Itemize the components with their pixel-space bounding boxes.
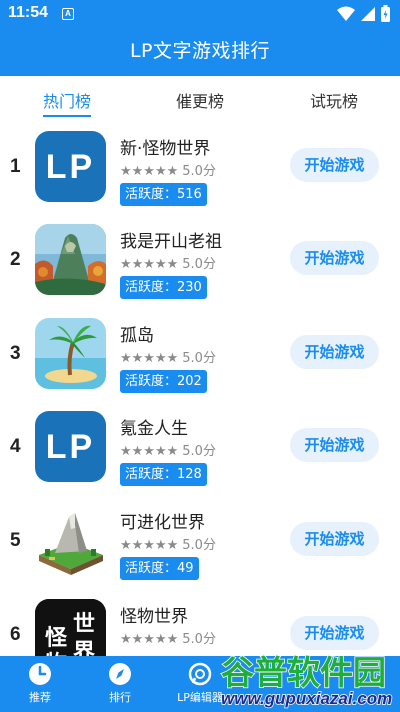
svg-text:LP: LP	[46, 148, 95, 186]
svg-text:LP: LP	[46, 428, 95, 466]
tab-hot[interactable]: 热门榜	[12, 88, 122, 112]
list-item[interactable]: 2 我是开山老祖 ★★★★★ 5.0分 活跃度：230 开始游戏	[0, 215, 400, 308]
rank-number: 3	[10, 343, 21, 364]
rank-number: 6	[10, 624, 21, 645]
tab-urge-update[interactable]: 催更榜	[145, 88, 255, 112]
start-game-button[interactable]: 开始游戏	[290, 335, 379, 369]
list-item[interactable]: 1 LP 新·怪物世界 ★★★★★ 5.0分 活跃度：516 开始游戏	[0, 122, 400, 215]
rating-score: 5.0分	[182, 444, 216, 459]
game-title: 新·怪物世界	[120, 139, 211, 159]
star-rating-icon: ★★★★★	[120, 632, 179, 647]
activity-badge: 活跃度：49	[120, 557, 199, 580]
palm-island-icon	[35, 318, 106, 389]
nav-recommend[interactable]: 推荐	[0, 662, 80, 705]
rating-score: 5.0分	[182, 538, 216, 553]
watermark: 谷普软件园 www.gupuxiazai.com	[215, 646, 400, 712]
activity-badge: 活跃度：202	[120, 370, 207, 393]
game-title: 可进化世界	[120, 513, 205, 533]
status-time: 11:54	[8, 4, 49, 21]
star-rating-icon: ★★★★★	[120, 538, 179, 553]
rating-score: 5.0分	[182, 164, 216, 179]
star-rating-icon: ★★★★★	[120, 351, 179, 366]
rating: ★★★★★ 5.0分	[120, 534, 216, 553]
battery-icon	[381, 5, 390, 22]
rating-score: 5.0分	[182, 257, 216, 272]
lp-logo-icon: LP	[35, 131, 106, 202]
chat-bubble-icon	[188, 662, 212, 686]
star-rating-icon: ★★★★★	[120, 164, 179, 179]
svg-text:世: 世	[73, 612, 95, 637]
rating: ★★★★★ 5.0分	[120, 440, 216, 459]
app-bar: LP文字游戏排行	[0, 28, 400, 76]
ranking-tabs: 热门榜 催更榜 试玩榜	[0, 76, 400, 122]
notification-icon: A	[62, 8, 74, 20]
watermark-url: www.gupuxiazai.com	[221, 689, 392, 708]
watermark-title: 谷普软件园	[221, 653, 386, 692]
activity-badge: 活跃度：516	[120, 183, 207, 206]
list-item[interactable]: 5 可进化世界 ★★★★★ 5.0分 活跃度：49 开始游戏	[0, 496, 400, 589]
page-title: LP文字游戏排行	[129, 40, 271, 62]
signal-icon	[361, 6, 375, 21]
list-item[interactable]: 4 LP 氪金人生 ★★★★★ 5.0分 活跃度：128 开始游戏	[0, 402, 400, 495]
rating-score: 5.0分	[182, 351, 216, 366]
rank-number: 2	[10, 249, 21, 270]
compass-icon	[109, 663, 131, 685]
start-game-button[interactable]: 开始游戏	[290, 148, 379, 182]
nav-ranking[interactable]: 排行	[80, 662, 160, 705]
rank-number: 4	[10, 436, 21, 457]
rating: ★★★★★ 5.0分	[120, 628, 216, 647]
rating-score: 5.0分	[182, 632, 216, 647]
lp-logo-icon: LP	[35, 411, 106, 482]
list-item[interactable]: 3 孤岛 ★★★★★ 5.0分 活跃度：202 开始游戏	[0, 309, 400, 402]
nav-label: 排行	[109, 691, 131, 704]
start-game-button[interactable]: 开始游戏	[290, 241, 379, 275]
rank-number: 5	[10, 530, 21, 551]
status-bar: 11:54 A	[0, 0, 400, 28]
star-rating-icon: ★★★★★	[120, 257, 179, 272]
active-tab-indicator	[43, 115, 91, 117]
svg-text:怪: 怪	[45, 626, 68, 651]
wifi-icon	[337, 6, 355, 21]
game-title: 我是开山老祖	[120, 232, 222, 252]
rating: ★★★★★ 5.0分	[120, 160, 216, 179]
nav-label: 推荐	[29, 691, 51, 704]
clock-icon	[29, 663, 51, 685]
voxel-mountain-icon	[35, 505, 106, 576]
rating: ★★★★★ 5.0分	[120, 253, 216, 272]
star-rating-icon: ★★★★★	[120, 444, 179, 459]
rating: ★★★★★ 5.0分	[120, 347, 216, 366]
game-title: 氪金人生	[120, 419, 188, 439]
game-title: 怪物世界	[120, 607, 188, 627]
activity-badge: 活跃度：230	[120, 276, 207, 299]
start-game-button[interactable]: 开始游戏	[290, 522, 379, 556]
rank-number: 1	[10, 156, 21, 177]
start-game-button[interactable]: 开始游戏	[290, 428, 379, 462]
game-title: 孤岛	[120, 326, 154, 346]
start-game-button[interactable]: 开始游戏	[290, 616, 379, 650]
tab-trial[interactable]: 试玩榜	[279, 88, 389, 112]
status-icons	[337, 5, 390, 22]
activity-badge: 活跃度：128	[120, 463, 207, 486]
mountain-landscape-icon	[35, 224, 106, 295]
